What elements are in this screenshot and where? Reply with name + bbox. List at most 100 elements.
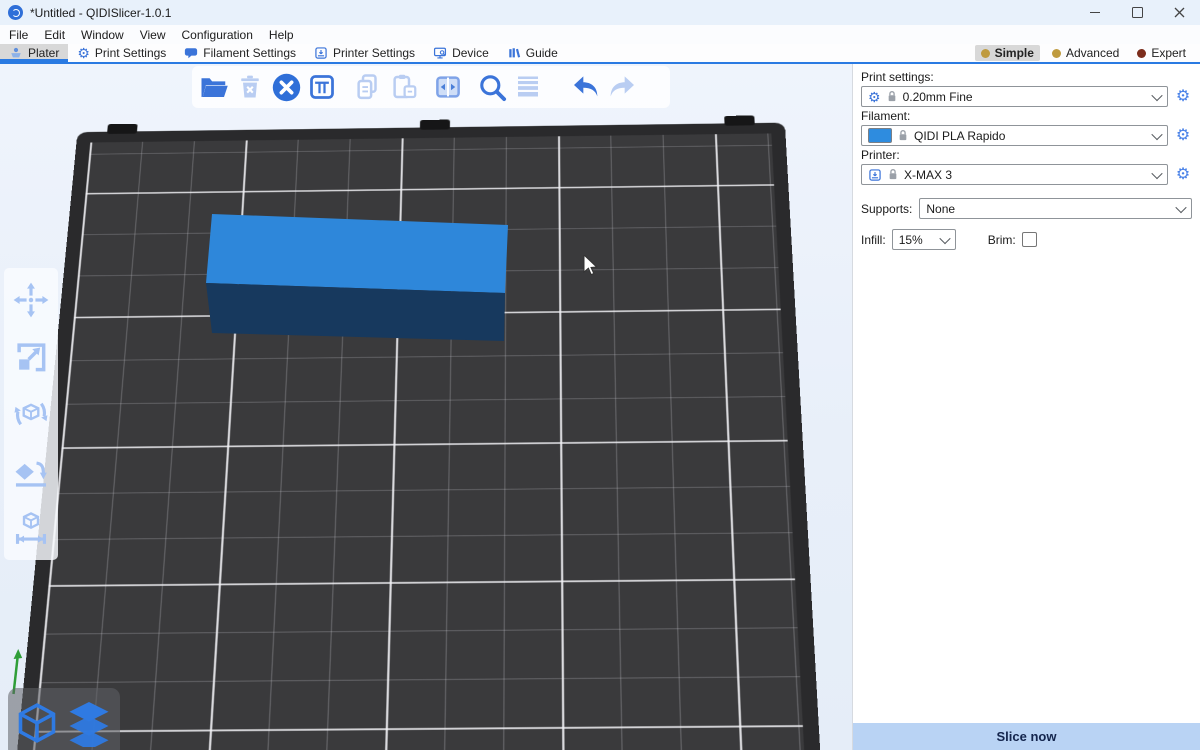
supports-value: None <box>926 202 955 216</box>
lock-icon <box>888 168 898 181</box>
scale-icon <box>12 338 50 376</box>
print-settings-label: Print settings: <box>861 70 1192 84</box>
filament-edit-button[interactable]: ⚙ <box>1174 128 1192 144</box>
scale-tool-button[interactable] <box>7 331 55 383</box>
mode-dot-simple <box>981 49 990 58</box>
tab-filament-settings[interactable]: Filament Settings <box>175 44 305 62</box>
menu-window[interactable]: Window <box>73 25 132 44</box>
plate-clip-icon <box>107 124 138 134</box>
plate-clip-icon <box>724 116 755 126</box>
view-toggle-panel <box>8 688 120 750</box>
settings-panel: Print settings: ⚙ 0.20mm Fine ⚙ Filament… <box>853 64 1200 723</box>
chevron-down-icon <box>1151 128 1162 139</box>
search-icon <box>477 72 508 103</box>
chevron-down-icon <box>1175 201 1186 212</box>
copy-button[interactable] <box>350 68 386 106</box>
print-settings-edit-button[interactable]: ⚙ <box>1174 89 1192 105</box>
menu-configuration[interactable]: Configuration <box>174 25 261 44</box>
close-icon <box>1174 7 1185 18</box>
minimize-button[interactable] <box>1074 0 1116 25</box>
tab-device[interactable]: Device <box>424 44 498 62</box>
main-toolbar <box>192 66 670 108</box>
rotate-tool-button[interactable] <box>7 388 55 440</box>
tab-guide[interactable]: Guide <box>498 44 567 62</box>
open-button[interactable] <box>196 68 232 106</box>
filament-combo[interactable]: QIDI PLA Rapido <box>861 125 1168 146</box>
chevron-down-icon <box>1151 89 1162 100</box>
main-area: Print settings: ⚙ 0.20mm Fine ⚙ Filament… <box>0 64 1200 750</box>
brim-checkbox[interactable] <box>1022 232 1037 247</box>
variable-layer-height-icon <box>513 72 543 102</box>
variable-layer-height-button[interactable] <box>510 68 546 106</box>
menu-bar: File Edit Window View Configuration Help <box>0 25 1200 44</box>
undo-icon <box>570 71 602 103</box>
tab-bar: Plater ⚙ Print Settings Filament Setting… <box>0 44 1200 64</box>
chevron-down-icon <box>1151 167 1162 178</box>
slice-now-button[interactable]: Slice now <box>853 723 1200 750</box>
infill-combo[interactable]: 15% <box>892 229 956 250</box>
profile-gear-icon: ⚙ <box>868 90 881 104</box>
split-to-objects-button[interactable] <box>430 68 466 106</box>
paste-button[interactable] <box>386 68 422 106</box>
place-on-face-icon <box>12 452 50 490</box>
redo-icon <box>606 71 638 103</box>
tab-plater[interactable]: Plater <box>0 44 68 62</box>
delete-button[interactable] <box>232 68 268 106</box>
build-plate-wrapper <box>45 120 784 750</box>
split-to-objects-icon <box>433 72 463 102</box>
preview-view-icon <box>65 699 113 747</box>
preview-view-button[interactable] <box>65 699 113 747</box>
mode-simple[interactable]: Simple <box>975 45 1040 61</box>
mode-dot-advanced <box>1052 49 1061 58</box>
print-settings-combo[interactable]: ⚙ 0.20mm Fine <box>861 86 1168 107</box>
printer-edit-button[interactable]: ⚙ <box>1174 167 1192 183</box>
infill-value: 15% <box>899 233 923 247</box>
viewport-3d[interactable] <box>0 64 852 750</box>
arrange-button[interactable] <box>304 68 340 106</box>
tab-print-settings[interactable]: ⚙ Print Settings <box>68 44 175 62</box>
search-button[interactable] <box>474 68 510 106</box>
open-folder-icon <box>199 72 229 102</box>
y-axis-arrowhead-icon <box>14 649 23 659</box>
maximize-button[interactable] <box>1116 0 1158 25</box>
close-button[interactable] <box>1158 0 1200 25</box>
printer-icon <box>868 168 882 182</box>
brim-label: Brim: <box>988 233 1016 247</box>
window-controls <box>1074 0 1200 25</box>
guide-icon <box>507 46 521 60</box>
editor-view-button[interactable] <box>15 701 59 745</box>
menu-help[interactable]: Help <box>261 25 302 44</box>
app-window: *Untitled - QIDISlicer-1.0.1 File Edit W… <box>0 0 1200 750</box>
infill-label: Infill: <box>861 233 886 247</box>
lock-icon <box>898 129 908 142</box>
gizmo-toolbar <box>4 268 58 560</box>
filament-label: Filament: <box>861 109 1192 123</box>
delete-all-icon <box>271 72 302 103</box>
paste-icon <box>389 72 419 102</box>
lock-icon <box>887 90 897 103</box>
menu-edit[interactable]: Edit <box>36 25 73 44</box>
printer-combo[interactable]: X-MAX 3 <box>861 164 1168 185</box>
supports-combo[interactable]: None <box>919 198 1192 219</box>
redo-button[interactable] <box>604 68 640 106</box>
delete-all-button[interactable] <box>268 68 304 106</box>
mode-dot-expert <box>1137 49 1146 58</box>
menu-view[interactable]: View <box>132 25 174 44</box>
printer-label: Printer: <box>861 148 1192 162</box>
mode-advanced[interactable]: Advanced <box>1046 45 1125 61</box>
filament-icon <box>184 46 198 60</box>
copy-icon <box>353 72 383 102</box>
tab-printer-settings[interactable]: Printer Settings <box>305 44 424 62</box>
measure-icon <box>12 509 50 547</box>
mode-expert[interactable]: Expert <box>1131 45 1192 61</box>
window-title: *Untitled - QIDISlicer-1.0.1 <box>30 6 171 20</box>
build-plate <box>0 123 852 750</box>
menu-file[interactable]: File <box>1 25 36 44</box>
measure-tool-button[interactable] <box>7 502 55 554</box>
arrange-icon <box>307 72 337 102</box>
mode-switcher: Simple Advanced Expert <box>975 44 1200 62</box>
move-tool-button[interactable] <box>7 274 55 326</box>
printer-value: X-MAX 3 <box>904 168 952 182</box>
place-on-face-tool-button[interactable] <box>7 445 55 497</box>
undo-button[interactable] <box>568 68 604 106</box>
